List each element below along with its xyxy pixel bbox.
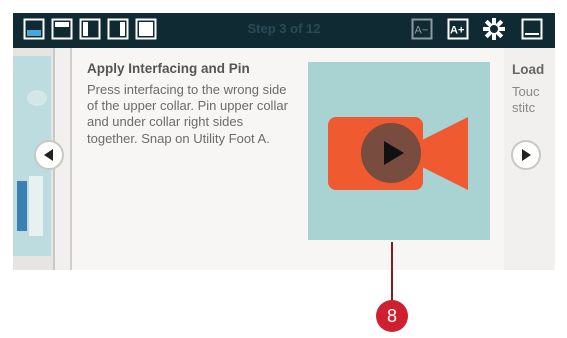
close-icon[interactable] [483,18,505,40]
minimize-icon[interactable] [521,18,543,40]
step-instructions: Press interfacing to the wrong side of t… [87,82,288,146]
chevron-right-icon [522,149,531,161]
next-step-button[interactable] [511,140,541,170]
next-step-title: Load [512,62,545,77]
font-smaller-icon[interactable]: A− [411,18,433,40]
step-counter: Step 3 of 12 [247,21,321,36]
callout-badge: 8 [376,300,408,332]
toolbar: Step 3 of 12 A− A+ [13,13,555,48]
sewing-screen: Step 3 of 12 A− A+ Apply Interfacing and… [13,13,555,270]
step-video[interactable] [308,62,490,240]
callout-leader-line [391,242,393,300]
svg-text:A+: A+ [450,25,464,37]
svg-text:A−: A− [415,25,429,37]
current-step-card: Apply Interfacing and Pin Press interfac… [70,48,506,270]
next-step-text: Touc stitc [512,84,540,115]
font-larger-icon[interactable]: A+ [447,18,469,40]
step-carousel: Apply Interfacing and Pin Press interfac… [13,48,555,270]
step-title: Apply Interfacing and Pin [87,61,250,76]
chevron-left-icon [44,149,53,161]
previous-step-button[interactable] [34,140,64,170]
